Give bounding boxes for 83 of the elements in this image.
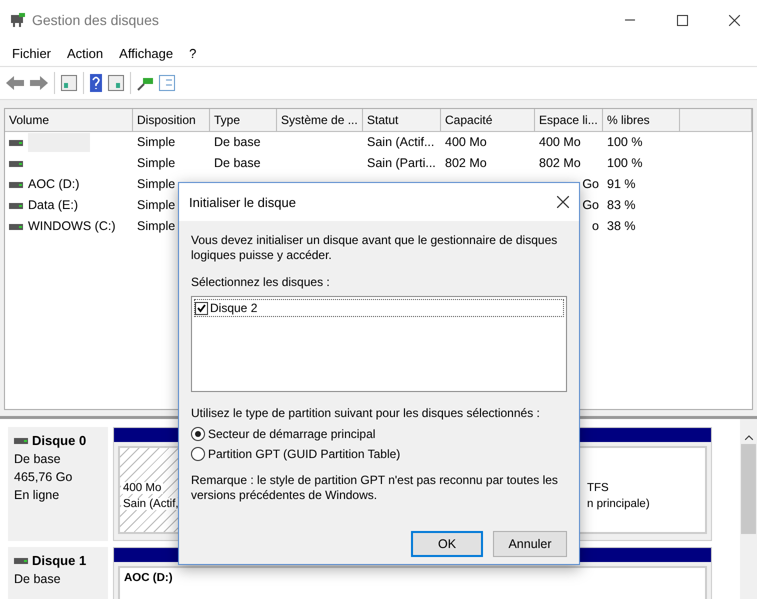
table-cell-text: Data (E:) [28, 197, 78, 214]
drive-icon [9, 160, 23, 166]
menu-item[interactable]: Fichier [6, 44, 58, 62]
partition-text: 400 Mo [121, 482, 164, 494]
table-cell-text: WINDOWS (C:) [28, 218, 116, 235]
column-header[interactable]: Capacité [441, 109, 535, 132]
column-header[interactable]: Disposition [133, 109, 210, 132]
table-cell-text: 400 Mo [445, 134, 487, 151]
radio-button[interactable] [191, 427, 205, 441]
select-label: Sélectionnez les disques : [191, 275, 331, 290]
partition-block[interactable]: AOC (D:) [118, 566, 707, 599]
disk-detail: De base [14, 452, 62, 466]
table-cell-text: Go [582, 176, 599, 193]
ok-button[interactable]: OK [411, 531, 483, 557]
disk-list[interactable]: Disque 2 [191, 296, 567, 392]
table-cell-text: Go [582, 197, 599, 214]
close-icon[interactable] [728, 14, 740, 26]
column-header[interactable]: Volume [5, 109, 133, 132]
table-cell-text: 91 % [607, 176, 636, 193]
drive-connect-icon[interactable] [137, 75, 153, 91]
list-icon[interactable] [159, 75, 175, 91]
radio-label[interactable]: Secteur de démarrage principal [208, 427, 376, 441]
drive-icon [9, 140, 23, 146]
drive-icon [14, 558, 28, 564]
disk-name: Disque 1 [32, 553, 86, 568]
table-cell-text: o [592, 218, 599, 235]
table-cell-text: Simple [137, 218, 176, 235]
table-cell-text: 83 % [607, 197, 636, 214]
table-cell-text: De base [214, 155, 261, 172]
radio-button[interactable] [191, 447, 205, 461]
panel-icon[interactable] [61, 75, 77, 91]
menu-item[interactable]: Action [61, 44, 110, 62]
disk-info-panel[interactable]: Disque 0 De base 465,76 Go En ligne [8, 427, 108, 541]
dialog-title: Initialiser le disque [189, 194, 296, 210]
table-cell-text: Simple [137, 176, 176, 193]
maximize-icon[interactable] [676, 14, 688, 26]
table-cell-text: 400 Mo [539, 134, 581, 151]
table-cell-text: AOC (D:) [28, 176, 80, 193]
disk-info-panel[interactable]: Disque 1 De base [8, 547, 108, 599]
table-cell-text: De base [214, 134, 261, 151]
column-header[interactable]: % libres [603, 109, 680, 132]
disk-detail: De base [14, 572, 62, 586]
checkbox[interactable] [195, 302, 208, 314]
table-cell-text: Sain (Parti... [367, 155, 436, 172]
back-arrow-icon[interactable] [6, 76, 24, 90]
table-cell-text: 802 Mo [445, 155, 487, 172]
intro-text: Vous devez initialiser un disque avant que le gestionnaire de disques logiques puisse y accéder. [191, 233, 558, 263]
disk-management-icon [10, 12, 26, 28]
table-cell-text: 802 Mo [539, 155, 581, 172]
table-cell-text: 100 % [607, 155, 642, 172]
drive-icon [9, 224, 23, 230]
table-cell-text: Sain (Actif... [367, 134, 434, 151]
disk-name: Disque 0 [32, 433, 86, 448]
partition-text: Sain (Actif, [121, 498, 181, 510]
menu-item[interactable]: ? [183, 44, 202, 62]
disk-detail: En ligne [14, 488, 60, 502]
panel-icon[interactable] [108, 75, 124, 91]
table-cell-text: Simple [137, 155, 176, 172]
forward-arrow-icon[interactable] [30, 76, 48, 90]
drive-icon [9, 182, 23, 188]
redacted-area [28, 133, 90, 152]
drive-icon [14, 438, 28, 444]
drive-icon [9, 202, 23, 208]
table-cell-text: 38 % [607, 218, 636, 235]
radio-label[interactable]: Partition GPT (GUID Partition Table) [208, 447, 400, 461]
close-icon[interactable] [557, 196, 569, 208]
disk-detail: 465,76 Go [14, 470, 74, 484]
partition-type-label: Utilisez le type de partition suivant pour les disques sélectionnés : [191, 406, 541, 421]
note-text: Remarque : le style de partition GPT n'est pas reconnu par toutes les versions précédentes de Windows. [191, 473, 559, 503]
column-header[interactable]: Espace li... [535, 109, 603, 132]
window-title: Gestion des disques [32, 12, 160, 28]
table-cell-text: 100 % [607, 134, 642, 151]
column-header[interactable]: Système de ... [277, 109, 363, 132]
table-cell-text: Simple [137, 197, 176, 214]
scroll-up-icon[interactable] [744, 435, 752, 440]
scrollbar[interactable] [740, 419, 757, 599]
column-header[interactable]: Statut [363, 109, 441, 132]
table-cell-text: Simple [137, 134, 176, 151]
disk-list-item[interactable]: Disque 2 [210, 301, 258, 315]
menu-item[interactable]: Affichage [113, 44, 180, 62]
column-header[interactable]: Type [210, 109, 277, 132]
cancel-button[interactable]: Annuler [493, 531, 567, 557]
help-icon[interactable] [90, 74, 102, 92]
